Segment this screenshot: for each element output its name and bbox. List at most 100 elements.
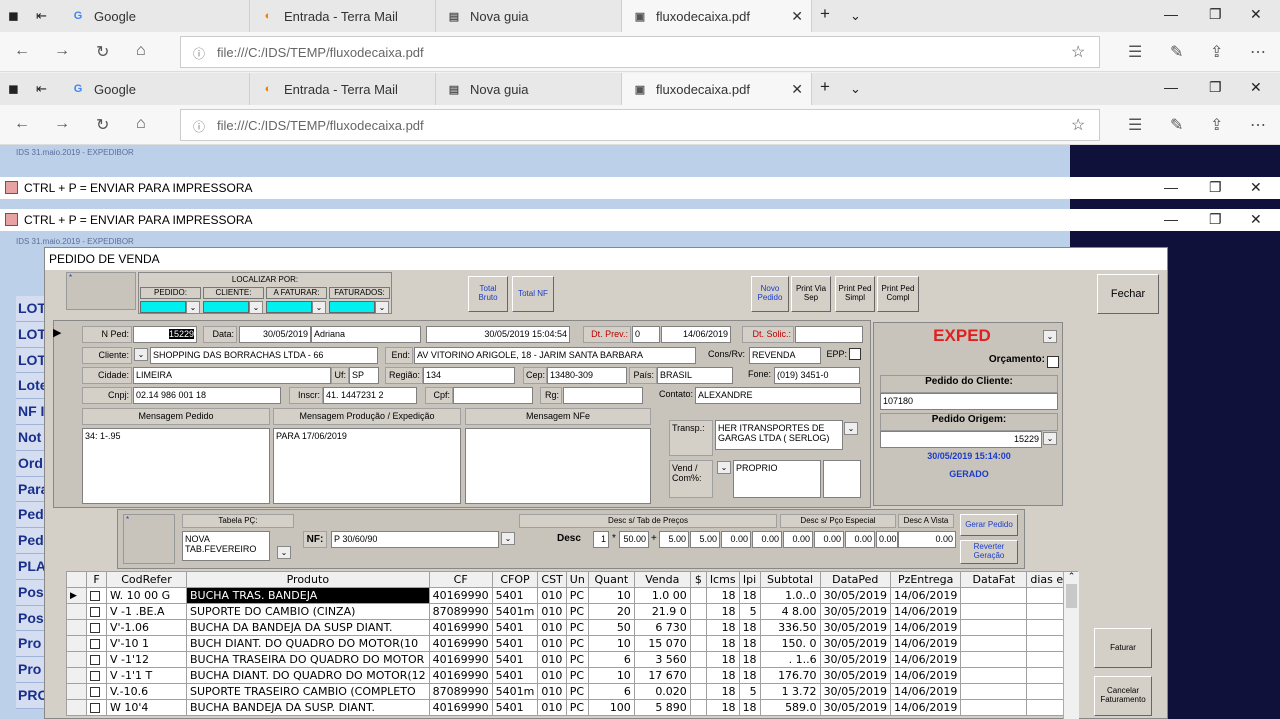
row-checkbox[interactable]	[90, 639, 100, 649]
table-cell[interactable]: 18	[705, 683, 740, 700]
faturar-checkbox-cell[interactable]	[86, 587, 107, 604]
tab-terra-mail[interactable]: ◐ Entrada - Terra Mail	[250, 0, 436, 32]
left-link[interactable]: Lote	[16, 373, 46, 400]
more-icon[interactable]: ⋯	[1250, 42, 1266, 62]
cpf-field[interactable]	[453, 387, 533, 404]
table-cell[interactable]: V.-10.6	[106, 683, 187, 700]
left-link[interactable]: Pro	[16, 631, 46, 658]
loc-tab-a-faturar[interactable]: A FATURAR:	[266, 287, 327, 299]
column-header[interactable]: $	[689, 571, 707, 588]
column-header[interactable]: DataPed	[819, 571, 891, 588]
left-link[interactable]: Ord	[16, 450, 46, 477]
column-header[interactable]: CF	[428, 571, 493, 588]
table-cell[interactable]: 010	[537, 699, 567, 716]
table-cell[interactable]	[689, 699, 707, 716]
print-ped-simpl-button[interactable]: Print Ped Simpl	[835, 276, 875, 312]
forward-icon[interactable]: →	[54, 42, 70, 60]
table-cell[interactable]: V'-10 1	[106, 635, 187, 652]
table-cell[interactable]: 18	[738, 699, 761, 716]
inscr-field[interactable]: 41. 1447231 2	[323, 387, 417, 404]
row-selector[interactable]	[66, 619, 87, 636]
tab-google[interactable]: G Google	[60, 0, 250, 32]
left-link[interactable]: LOT	[16, 296, 46, 322]
table-cell[interactable]: W 10'4	[106, 699, 187, 716]
column-header[interactable]: F	[86, 571, 107, 588]
table-cell[interactable]: 18	[738, 635, 761, 652]
column-header[interactable]: CodRefer	[106, 571, 187, 588]
left-link[interactable]: Not	[16, 424, 46, 451]
cep-field[interactable]: 13480-309	[547, 367, 627, 384]
home-icon[interactable]: ⌂	[136, 115, 146, 133]
forward-icon[interactable]: →	[54, 115, 70, 133]
faturar-button[interactable]: Faturar	[1094, 628, 1152, 668]
table-cell[interactable]: 5 890	[633, 699, 691, 716]
column-header[interactable]: Subtotal	[759, 571, 821, 588]
row-checkbox[interactable]	[90, 671, 100, 681]
table-cell[interactable]: PC	[565, 683, 589, 700]
tab-fluxodecaixa[interactable]: ▣ fluxodecaixa.pdf ✕	[622, 0, 812, 32]
table-cell[interactable]: 40169990	[428, 635, 493, 652]
desc-esp-field-1[interactable]: 0.00	[814, 531, 844, 548]
rg-field[interactable]	[563, 387, 643, 404]
table-cell[interactable]	[689, 683, 707, 700]
table-row[interactable]: V -1'1 T BUCHA DIANT. DO QUADRO DO MOTOR(…	[66, 667, 1079, 684]
faturar-checkbox-cell[interactable]	[86, 635, 107, 652]
tab-google[interactable]: G Google	[60, 73, 250, 105]
table-cell[interactable]: 14/06/2019	[889, 619, 962, 636]
dtsolic-field[interactable]	[795, 326, 863, 343]
favorite-star-icon[interactable]: ☆	[1071, 42, 1085, 62]
fone-field[interactable]: (019) 3451-0	[774, 367, 860, 384]
maximize-icon[interactable]: ❐	[1209, 79, 1222, 96]
favorites-icon[interactable]: ☰	[1128, 115, 1142, 135]
minimize-icon[interactable]: —	[1164, 6, 1178, 22]
table-cell[interactable]	[960, 699, 1028, 716]
desc-field-2[interactable]: 5.00	[690, 531, 720, 548]
faturar-checkbox-cell[interactable]	[86, 619, 107, 636]
table-cell[interactable]: 20	[587, 603, 635, 620]
table-cell[interactable]	[960, 651, 1028, 668]
nped-field[interactable]: 15229	[133, 326, 197, 343]
row-selector[interactable]	[66, 603, 87, 620]
chevron-down-icon[interactable]: ⌄	[277, 546, 291, 559]
table-cell[interactable]: 18	[705, 651, 740, 668]
table-cell[interactable]: . 1..6	[759, 651, 821, 668]
consrv-field[interactable]: REVENDA	[749, 347, 821, 364]
share-icon[interactable]: ⇪	[1210, 42, 1223, 62]
table-cell[interactable]: 1.0..0	[759, 587, 821, 604]
table-cell[interactable]: 336.50	[759, 619, 821, 636]
table-cell[interactable]: 14/06/2019	[889, 635, 962, 652]
table-cell[interactable]: 5	[738, 603, 761, 620]
table-cell[interactable]: 17 670	[633, 667, 691, 684]
close-window-icon[interactable]: ✕	[1250, 79, 1262, 96]
row-checkbox[interactable]	[90, 687, 100, 697]
column-header[interactable]: PzEntrega	[889, 571, 962, 588]
tabela-field[interactable]: NOVA TAB.FEVEREIRO	[182, 531, 270, 561]
tab-list-icon[interactable]: ⌄	[850, 81, 861, 97]
vend-field[interactable]: PROPRIO	[733, 460, 821, 498]
left-link[interactable]: Ped	[16, 502, 46, 529]
table-row[interactable]: V'-10 1 BUCH DIANT. DO QUADRO DO MOTOR(10…	[66, 635, 1079, 652]
table-row[interactable]: W 10'4 BUCHA BANDEJA DA SUSP. DIANT. 40169…	[66, 699, 1079, 716]
set-aside-tabs-icon[interactable]: ⇤	[36, 81, 47, 97]
row-selector[interactable]: ▶	[66, 587, 87, 604]
chevron-down-icon[interactable]: ⌄	[844, 422, 858, 435]
table-cell[interactable]: 5401	[491, 619, 539, 636]
url-field[interactable]: ⓘ file:///C:/IDS/TEMP/fluxodecaixa.pdf	[180, 36, 1100, 68]
tab-nova-guia[interactable]: ▤ Nova guia	[436, 73, 622, 105]
set-aside-tabs-icon[interactable]: ⇤	[36, 8, 47, 24]
table-cell[interactable]: 40169990	[428, 699, 493, 716]
loc-tab-pedido[interactable]: PEDIDO:	[140, 287, 201, 299]
end-field[interactable]: AV VITORINO ARIGOLE, 18 - JARIM SANTA BA…	[414, 347, 696, 364]
new-tab-button[interactable]: +	[820, 77, 830, 97]
row-checkbox[interactable]	[90, 655, 100, 665]
reverter-geracao-button[interactable]: Reverter Geração	[960, 540, 1018, 564]
tab-actions-icon[interactable]: ◼	[8, 8, 19, 24]
table-cell[interactable]: 50	[587, 619, 635, 636]
print-via-sep-button[interactable]: Print Via Sep	[791, 276, 831, 312]
faturados-search-input[interactable]	[329, 301, 375, 313]
table-cell[interactable]: BUCHA TRASEIRA DO QUADRO DO MOTOR	[186, 651, 430, 668]
table-cell[interactable]	[960, 683, 1028, 700]
faturar-checkbox-cell[interactable]	[86, 651, 107, 668]
left-link[interactable]: LOT	[16, 321, 46, 348]
table-cell[interactable]: 100	[587, 699, 635, 716]
